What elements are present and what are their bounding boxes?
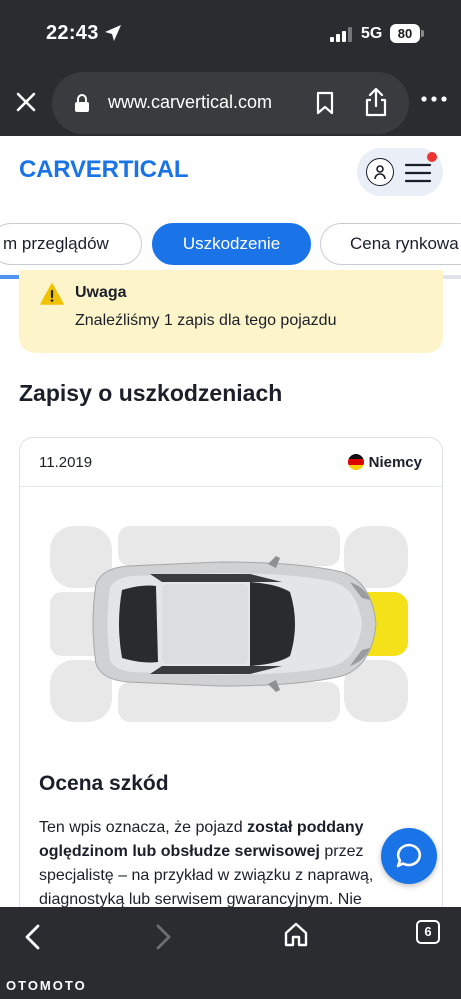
home-icon[interactable] — [283, 921, 309, 947]
share-icon[interactable] — [363, 87, 389, 117]
warning-text: Znaleźliśmy 1 zapis dla tego pojazdu — [75, 312, 337, 329]
status-time: 22:43 — [46, 22, 99, 44]
address-bar[interactable]: www.carvertical.com — [52, 72, 409, 134]
otomoto-watermark: OTOMOTO — [6, 978, 87, 993]
tab-inspections[interactable]: m przeglądów — [0, 223, 142, 265]
browser-toolbar: www.carvertical.com — [0, 66, 461, 136]
record-country: Niemcy — [368, 454, 422, 471]
warning-icon — [40, 283, 64, 305]
close-icon[interactable] — [12, 88, 40, 116]
zone-right-side — [118, 682, 340, 722]
network-type: 5G — [361, 25, 383, 42]
browser-bottom-bar: 6 OTOMOTO — [0, 907, 461, 999]
more-icon[interactable] — [420, 94, 448, 104]
damage-assessment-title: Ocena szkód — [39, 772, 169, 795]
notification-dot — [427, 152, 437, 162]
tab-market-price[interactable]: Cena rynkowa — [320, 223, 461, 265]
chat-icon — [396, 843, 422, 868]
site-header: CARVERTICAL — [0, 136, 461, 208]
car-windshield — [250, 582, 295, 666]
warning-title: Uwaga — [75, 284, 127, 301]
damage-text-part-1: Ten wpis oznacza, że pojazd — [39, 819, 248, 836]
bookmark-icon[interactable] — [315, 91, 335, 115]
lock-icon — [75, 94, 89, 112]
car-rear-window — [119, 585, 158, 663]
battery-icon: 80 — [390, 24, 420, 43]
carvertical-logo[interactable]: CARVERTICAL — [19, 156, 189, 184]
card-divider — [20, 486, 442, 487]
germany-flag-icon — [348, 454, 364, 470]
url-text: www.carvertical.com — [108, 92, 273, 112]
status-bar: 22:43 5G 80 — [0, 0, 461, 66]
damage-assessment-text: Ten wpis oznacza, że pojazd został podda… — [39, 816, 399, 912]
user-icon — [366, 158, 394, 186]
location-arrow-icon — [105, 25, 121, 41]
record-date: 11.2019 — [39, 454, 93, 471]
car-roof — [162, 584, 248, 664]
back-arrow-icon[interactable] — [22, 923, 44, 951]
tab-damage[interactable]: Uszkodzenie — [152, 223, 311, 265]
signal-strength-icon — [330, 27, 352, 42]
tab-switcher-button[interactable]: 6 — [416, 920, 440, 944]
page-section-title: Zapisy o uszkodzeniach — [19, 380, 283, 406]
zone-left-side — [118, 526, 340, 566]
damage-record-card: 11.2019 Niemcy Ocena szkód Ten wpis ozna… — [19, 437, 443, 917]
hamburger-menu-icon — [405, 163, 431, 183]
chat-button[interactable] — [381, 828, 437, 884]
account-menu-button[interactable] — [357, 148, 443, 196]
battery-tip — [421, 30, 424, 37]
warning-banner: Uwaga Znaleźliśmy 1 zapis dla tego pojaz… — [19, 270, 443, 353]
car-damage-diagram — [50, 526, 408, 722]
forward-arrow-icon[interactable] — [152, 923, 174, 951]
